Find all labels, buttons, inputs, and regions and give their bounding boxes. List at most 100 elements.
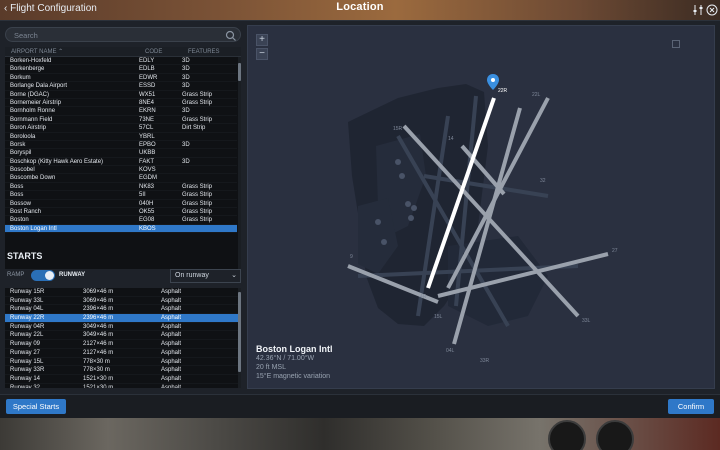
- runway-starts-table: Runway 15R 3069×46 m Asphalt Runway 33L 3069…: [5, 288, 241, 388]
- airport-name-cell: Bornholm Ronne: [10, 108, 56, 115]
- airport-row[interactable]: Bornholm Ronne EKRN 3D: [5, 107, 237, 116]
- airport-row[interactable]: Borken-Hoxfeld EDLY 3D: [5, 57, 237, 66]
- airport-list-scrollbar[interactable]: [238, 57, 241, 269]
- toggle-knob: [45, 271, 54, 280]
- airport-row[interactable]: Bornemeier Airstrip 8NE4 Grass Strip: [5, 99, 237, 108]
- airport-row[interactable]: Bornmann Field 73NE Grass Strip: [5, 116, 237, 125]
- special-starts-button[interactable]: Special Starts: [6, 399, 66, 414]
- airport-row[interactable]: Boscombe Down EGDM: [5, 174, 237, 183]
- runway-surface-cell: Asphalt: [161, 332, 182, 339]
- airport-row[interactable]: Bost Ranch OK55 Grass Strip: [5, 208, 237, 217]
- runway-start-row[interactable]: Runway 22L 3049×46 m Asphalt: [5, 331, 241, 341]
- chevron-down-icon: ⌄: [231, 272, 237, 279]
- ramp-runway-toggle[interactable]: [31, 270, 55, 281]
- airport-features-cell: 3D: [182, 74, 190, 81]
- airport-name-cell: Borkum: [10, 74, 31, 81]
- runway-label-text: 27: [612, 248, 618, 254]
- airport-features-cell: Grass Strip: [182, 192, 213, 199]
- runway-start-row[interactable]: Runway 22R 2396×46 m Asphalt: [5, 314, 241, 323]
- runway-label-text: 32: [540, 178, 546, 184]
- airport-features-cell: [182, 166, 237, 173]
- cockpit-gauge: [596, 420, 634, 450]
- runway-label-text: 22L: [532, 92, 541, 98]
- column-header-name[interactable]: AIRPORT NAME ⌃: [5, 47, 139, 56]
- airport-row[interactable]: Boschkop (Kitty Hawk Aero Estate) FAKT 3D: [5, 158, 237, 167]
- start-position-select[interactable]: On runway ⌄: [170, 269, 241, 283]
- airport-row[interactable]: Borkum EDWR 3D: [5, 74, 237, 83]
- airport-name-cell: Boroloola: [10, 133, 36, 140]
- airport-row[interactable]: Boss NK83 Grass Strip: [5, 183, 237, 192]
- bottom-bar: Special Starts Confirm: [0, 394, 720, 418]
- airport-row[interactable]: Bossow 040H Grass Strip: [5, 200, 237, 209]
- airport-name-cell: Borlange Dala Airport: [10, 83, 68, 90]
- search-box[interactable]: [5, 27, 241, 42]
- airport-row[interactable]: Boron Airstrip 57CL Dirt Strip: [5, 124, 237, 133]
- airport-row[interactable]: Boryspil UKBB: [5, 149, 237, 158]
- search-input[interactable]: [14, 29, 214, 41]
- airport-name-cell: Borkenberge: [10, 66, 45, 73]
- airport-row[interactable]: Borsk EPBO 3D: [5, 141, 237, 150]
- airport-row[interactable]: Borlange Dala Airport ESSD 3D: [5, 82, 237, 91]
- airport-name-cell: Boston: [10, 217, 29, 224]
- runway-start-row[interactable]: Runway 04R 3049×46 m Asphalt: [5, 323, 241, 332]
- runway-surface-cell: Asphalt: [161, 349, 182, 356]
- airport-row[interactable]: Borkenberge EDLB 3D: [5, 65, 237, 74]
- runway-start-row[interactable]: Runway 09 2127×46 m Asphalt: [5, 340, 241, 349]
- airport-code-cell: ESSD: [139, 83, 156, 90]
- airport-code-cell: KOVS: [139, 167, 156, 174]
- airport-map[interactable]: + − 22R 15R 33L 4R 22L 27 9 32 14 04L 33…: [247, 25, 715, 389]
- gate-marker: [405, 201, 411, 207]
- ramp-label[interactable]: RAMP: [7, 272, 24, 278]
- starts-list-scrollbar[interactable]: [238, 288, 241, 388]
- runway-dimensions-cell: 778×30 m: [83, 367, 110, 374]
- location-window: AIRPORT NAME ⌃ CODE FEATURES Borken-Hoxf…: [0, 20, 720, 416]
- confirm-button[interactable]: Confirm: [668, 399, 714, 414]
- airport-features-cell: 3D: [182, 108, 190, 115]
- column-header-code[interactable]: CODE: [139, 47, 182, 56]
- airport-row[interactable]: Boroloola YBRL: [5, 133, 237, 141]
- airport-elevation: 20 ft MSL: [256, 364, 286, 371]
- settings-sliders-icon[interactable]: [692, 4, 704, 16]
- airport-name: Boston Logan Intl: [256, 344, 333, 354]
- runway-label[interactable]: RUNWAY: [59, 272, 85, 278]
- runway-name-cell: Runway 14: [10, 375, 41, 382]
- airport-code-cell: 57CL: [139, 125, 154, 132]
- airport-code-cell: EKRN: [139, 108, 156, 115]
- runway-start-row[interactable]: Runway 32 1521×30 m Asphalt: [5, 384, 241, 388]
- runway-surface-cell: Asphalt: [161, 358, 182, 365]
- scrollbar-thumb[interactable]: [238, 63, 241, 81]
- runway-name-cell: Runway 09: [10, 341, 41, 348]
- runway-name-cell: Runway 33R: [10, 367, 45, 374]
- airport-name-cell: Boschkop (Kitty Hawk Aero Estate): [10, 158, 104, 165]
- runway-surface-cell: Asphalt: [161, 306, 182, 313]
- airport-code-cell: 73NE: [139, 116, 155, 123]
- airport-code-cell: KBOS: [139, 225, 156, 232]
- runway-start-row[interactable]: Runway 04L 2396×46 m Asphalt: [5, 305, 241, 315]
- column-header-features[interactable]: FEATURES: [182, 47, 237, 56]
- runway-start-row[interactable]: Runway 15L 778×30 m Asphalt: [5, 358, 241, 367]
- airport-features-cell: Dirt Strip: [182, 125, 206, 132]
- runway-surface-cell: Asphalt: [161, 367, 182, 374]
- runway-start-row[interactable]: Runway 33R 778×30 m Asphalt: [5, 366, 241, 375]
- search-icon[interactable]: [225, 29, 237, 41]
- airport-code-cell: 5II: [139, 192, 146, 199]
- airport-name-cell: Boscobel: [10, 167, 35, 174]
- runway-start-row[interactable]: Runway 33L 3069×46 m Asphalt: [5, 297, 241, 306]
- airport-row[interactable]: Boss 5II Grass Strip: [5, 191, 237, 200]
- airport-rows: Borken-Hoxfeld EDLY 3D Borkenberge EDLB 3D Bor…: [5, 57, 237, 269]
- runway-start-row[interactable]: Runway 14 1521×30 m Asphalt: [5, 375, 241, 384]
- scrollbar-thumb[interactable]: [238, 292, 241, 372]
- runway-surface-cell: Asphalt: [161, 315, 182, 322]
- runway-label-text: 22R: [498, 88, 508, 94]
- runway-start-row[interactable]: Runway 27 2127×46 m Asphalt: [5, 349, 241, 358]
- airport-row[interactable]: Boston EG08 Grass Strip: [5, 216, 237, 225]
- gate-marker: [375, 219, 381, 225]
- runway-start-row[interactable]: Runway 15R 3069×46 m Asphalt: [5, 288, 241, 297]
- close-icon[interactable]: [706, 4, 718, 16]
- airport-row[interactable]: Boscobel KOVS: [5, 166, 237, 175]
- runway-name-cell: Runway 22R: [10, 315, 45, 322]
- airport-row[interactable]: Borne (DGAC) WX51 Grass Strip: [5, 91, 237, 99]
- airport-code-cell: 8NE4: [139, 99, 155, 106]
- runway-name-cell: Runway 15R: [10, 289, 45, 295]
- airport-row[interactable]: Boston Logan Intl KBOS: [5, 224, 237, 234]
